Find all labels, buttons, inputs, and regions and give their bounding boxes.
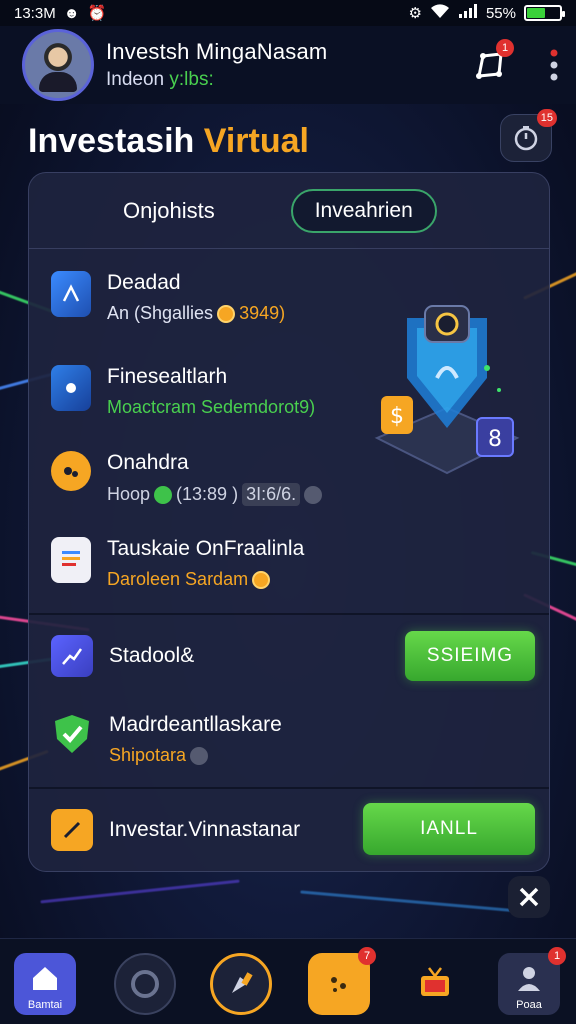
check-icon (154, 485, 173, 504)
stopwatch-icon (514, 126, 538, 151)
item-title: Tauskaie OnFraalinla (107, 537, 305, 560)
brush-icon (232, 972, 253, 993)
action-subtitle: Shipotara (109, 745, 282, 766)
nav-home[interactable]: Bamtai (14, 953, 76, 1015)
list-item[interactable]: Tauskaie OnFraalinla Daroleen Sardam (51, 537, 304, 590)
user-name: Investsh MingaNasam (106, 39, 328, 64)
action-row[interactable]: Stadool& (51, 635, 194, 677)
document-icon (51, 537, 91, 583)
vibrate-icon: ⚙ (408, 5, 422, 22)
coin-icon (252, 570, 271, 589)
cube-icon (51, 271, 91, 317)
nav-profile[interactable]: 1 Poaa (498, 947, 566, 1015)
alarm-icon: ⏰ (87, 5, 107, 22)
security-illustration: $ 8 (367, 298, 527, 488)
item-subtitle: Daroleen Sardam (107, 569, 304, 590)
tab-bar: Onjohists Inveahrien (29, 173, 549, 249)
nav-badge: 1 (548, 947, 566, 965)
list-item[interactable]: Finesealtlarh Moactcram Sedemdorot9) (51, 365, 315, 418)
list-item[interactable]: Onahdra Hoop (13:89 ) 3I:6/6. (51, 451, 323, 506)
user-info: Investsh MingaNasam Indeon y:lbs: (106, 39, 440, 91)
action-title: Madrdeantllaskare (109, 713, 282, 736)
wand-icon (51, 809, 93, 851)
svg-text:8: 8 (488, 427, 502, 452)
wallet-icon (51, 365, 91, 411)
page-title: Investasih Virtual (28, 122, 309, 160)
nav-brush[interactable] (210, 953, 272, 1015)
item-subtitle: An (Shgallies 3949) (107, 303, 286, 323)
timer-badge: 15 (536, 109, 557, 127)
nav-label: Bamtai (27, 999, 63, 1011)
wifi-icon (430, 3, 450, 23)
investment-panel: Onjohists Inveahrien $ 8 Deadad An (Shga… (28, 172, 550, 872)
footer-action-title: Investar.Vinnastanar (109, 818, 301, 841)
item-subtitle: Moactcram Sedemdorot9) (107, 397, 316, 417)
footer-action-row[interactable]: Investar.Vinnastanar (51, 809, 300, 851)
info-icon (190, 746, 209, 765)
list-item[interactable]: Deadad An (Shgallies 3949) (51, 271, 285, 324)
item-title: Onahdra (107, 451, 189, 474)
profile-icon (518, 967, 540, 991)
nav-label: Poaa (516, 999, 542, 1011)
chart-icon (51, 635, 93, 677)
home-icon (33, 967, 57, 990)
item-title: Finesealtlarh (107, 365, 228, 388)
timer-button[interactable]: 15 (500, 109, 557, 162)
nav-gauge[interactable] (114, 953, 176, 1015)
shield-check-icon (51, 713, 93, 755)
action-button[interactable]: SSIEIMG (405, 631, 535, 681)
status-bar: 13:3M ☻ ⏰ ⚙ 55% (0, 0, 576, 26)
item-subtitle: Hoop (13:89 ) 3I:6/6. (107, 483, 323, 506)
notification-badge: 1 (496, 39, 514, 57)
app-header: Investsh MingaNasam Indeon y:lbs: 1 (0, 26, 576, 104)
footer-action-button[interactable]: IANLL (363, 803, 535, 855)
signal-icon (458, 3, 478, 23)
nav-tv[interactable] (404, 953, 466, 1015)
gauge-icon (131, 970, 159, 998)
status-time: 13:3M (14, 4, 56, 22)
close-button[interactable] (508, 876, 550, 918)
svg-text:$: $ (390, 404, 404, 429)
coin-stack-icon (51, 451, 91, 491)
action-row[interactable]: Madrdeantllaskare Shipotara (51, 713, 282, 766)
emoji-icon: ☻ (63, 4, 80, 22)
item-title: Deadad (107, 271, 181, 294)
kebab-menu-icon (550, 49, 558, 81)
tab-active[interactable]: Onjohists (123, 198, 215, 224)
nav-badge: 7 (358, 947, 376, 965)
info-icon (304, 485, 323, 504)
action-title: Stadool& (109, 644, 195, 667)
bottom-navigation: Bamtai 7 1 Poaa (0, 938, 576, 1024)
coin-icon (217, 304, 236, 323)
divider (29, 613, 549, 615)
nav-cookie[interactable]: 7 (308, 947, 376, 1015)
close-icon (519, 887, 539, 907)
cookie-icon (331, 977, 346, 992)
user-subtitle: Indeon y:lbs: (106, 69, 214, 90)
tab-outlined[interactable]: Inveahrien (290, 188, 437, 233)
share-button[interactable]: 1 (470, 39, 514, 85)
tv-icon (421, 967, 449, 996)
more-menu-button[interactable] (544, 45, 564, 85)
battery-icon (524, 5, 565, 21)
divider (29, 787, 549, 789)
avatar[interactable] (22, 29, 94, 101)
battery-percent: 55% (485, 4, 516, 22)
